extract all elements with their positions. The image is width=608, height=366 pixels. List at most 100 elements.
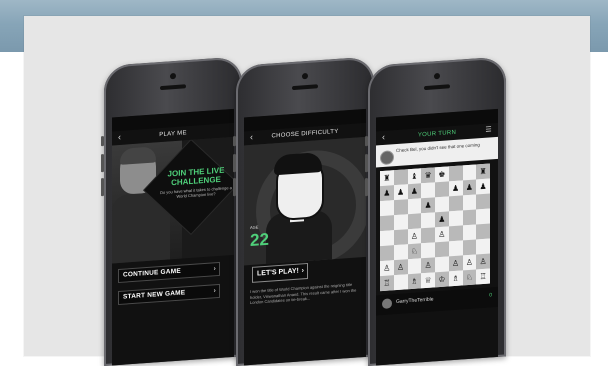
board-square[interactable]: ♛	[421, 167, 435, 184]
start-new-game-button[interactable]: START NEW GAME ›	[118, 283, 220, 306]
board-square[interactable]	[448, 225, 463, 242]
board-square[interactable]	[380, 200, 394, 217]
board-square[interactable]: ♖	[380, 275, 394, 292]
board-square[interactable]: ♙	[448, 255, 463, 272]
chess-board[interactable]: ♜ ♝ ♛ ♚ ♜ ♟ ♟ ♟ ♟ ♟ ♟ ♟ ♟ ♙ ♙ ♘ ♙ ♙ ♙ ♙ ♙ ♙ ♖ ♗ ♕ ♔ ♗ ♘ ♖	[380, 163, 490, 292]
board-square[interactable]	[435, 241, 449, 258]
board-square[interactable]	[380, 245, 394, 262]
back-icon[interactable]: ‹	[382, 132, 385, 142]
board-square[interactable]	[448, 165, 463, 182]
continue-game-button[interactable]: CONTINUE GAME ›	[118, 261, 220, 284]
volume-down-button	[101, 178, 104, 197]
board-square[interactable]: ♙	[435, 226, 449, 243]
board-square[interactable]	[393, 244, 408, 261]
board-square[interactable]: ♜	[476, 163, 490, 180]
board-square[interactable]	[476, 238, 490, 255]
board-square[interactable]	[421, 212, 435, 229]
board-square[interactable]: ♙	[407, 228, 422, 245]
opponent-timer: 0	[489, 292, 492, 299]
board-square[interactable]	[448, 195, 463, 212]
lets-play-button[interactable]: LET'S PLAY! ›	[252, 262, 308, 283]
screen-play-me: ‹ PLAY ME JOIN THE LIVE CHALLENGE Do you…	[112, 108, 234, 366]
opponent-avatar	[382, 298, 392, 310]
board-square[interactable]: ♟	[462, 179, 477, 196]
earpiece-speaker	[424, 84, 450, 91]
board-square[interactable]: ♘	[462, 269, 477, 286]
board-square[interactable]: ♖	[476, 268, 490, 285]
board-square[interactable]: ♚	[435, 166, 449, 183]
board-square[interactable]	[380, 230, 394, 247]
earpiece-speaker	[292, 84, 318, 91]
back-icon[interactable]: ‹	[250, 132, 253, 142]
board-square[interactable]: ♕	[421, 272, 435, 289]
challenge-cta[interactable]: JOIN THE LIVE CHALLENGE Do you have what…	[158, 165, 234, 200]
board-square[interactable]	[435, 256, 449, 273]
board-square[interactable]	[476, 223, 490, 240]
board-square[interactable]	[476, 208, 490, 225]
board-square[interactable]	[407, 198, 422, 215]
board-square[interactable]	[435, 196, 449, 213]
volume-up-button	[365, 154, 368, 173]
board-square[interactable]	[421, 242, 435, 259]
board-square[interactable]: ♔	[435, 271, 449, 288]
board-square[interactable]	[421, 227, 435, 244]
board-square[interactable]	[476, 193, 490, 210]
board-square[interactable]	[407, 258, 422, 275]
board-square[interactable]: ♝	[407, 168, 422, 185]
board-square[interactable]: ♘	[407, 243, 422, 260]
board-square[interactable]	[393, 199, 408, 216]
phone-play-me: ‹ PLAY ME JOIN THE LIVE CHALLENGE Do you…	[101, 56, 242, 366]
board-square[interactable]	[448, 240, 463, 257]
board-square[interactable]	[421, 182, 435, 199]
menu-icon[interactable]: ☰	[485, 125, 492, 133]
board-square[interactable]: ♙	[380, 260, 394, 277]
front-camera	[302, 72, 308, 80]
board-square[interactable]: ♗	[407, 273, 422, 290]
board-square[interactable]	[462, 164, 477, 181]
board-square[interactable]: ♙	[462, 254, 477, 271]
board-square[interactable]: ♟	[435, 211, 449, 228]
screen-your-turn: ‹ YOUR TURN ☰ Check Bel, you didn't see …	[376, 108, 498, 366]
age-label: AGE	[250, 224, 259, 231]
board-square[interactable]	[393, 229, 408, 246]
start-new-game-label: START NEW GAME	[123, 289, 186, 301]
board-square[interactable]	[393, 169, 408, 186]
board-square[interactable]	[435, 181, 449, 198]
hero-panel: JOIN THE LIVE CHALLENGE Do you have what…	[112, 136, 234, 264]
board-square[interactable]: ♗	[448, 270, 463, 287]
board-square[interactable]	[448, 210, 463, 227]
board-square[interactable]: ♟	[380, 185, 394, 202]
phone-your-turn: ‹ YOUR TURN ☰ Check Bel, you didn't see …	[365, 56, 506, 366]
board-square[interactable]: ♙	[421, 257, 435, 274]
back-icon[interactable]: ‹	[118, 132, 121, 142]
board-square[interactable]	[462, 224, 477, 241]
board-square[interactable]	[407, 213, 422, 230]
board-square[interactable]	[462, 209, 477, 226]
player-hair	[120, 146, 156, 165]
board-square[interactable]: ♙	[476, 253, 490, 270]
chat-message: Check Bel, you didn't see that one comin…	[396, 142, 480, 154]
chevron-right-icon: ›	[213, 287, 216, 295]
opponent-bar: GarryTheTerrible 0	[376, 286, 498, 316]
opponent-name: GarryTheTerrible	[396, 296, 434, 306]
mute-switch	[101, 136, 104, 147]
board-square[interactable]: ♟	[448, 180, 463, 197]
board-square[interactable]	[393, 274, 408, 291]
board-square[interactable]: ♟	[421, 197, 435, 214]
board-square[interactable]: ♟	[476, 178, 490, 195]
opponent-illustration: AGE 22	[244, 136, 366, 266]
mute-switch	[233, 136, 236, 147]
board-square[interactable]	[462, 194, 477, 211]
board-square[interactable]	[393, 214, 408, 231]
nav-title: CHOOSE DIFFICULTY	[271, 128, 339, 140]
board-square[interactable]	[380, 215, 394, 232]
board-square[interactable]: ♙	[393, 259, 408, 276]
board-square[interactable]	[462, 239, 477, 256]
board-square[interactable]: ♜	[380, 170, 394, 187]
nav-title: YOUR TURN	[417, 129, 457, 139]
board-square[interactable]: ♟	[407, 183, 422, 200]
earpiece-speaker	[160, 84, 186, 91]
chevron-right-icon: ›	[301, 267, 304, 275]
board-square[interactable]: ♟	[393, 184, 408, 201]
front-camera	[434, 72, 440, 80]
